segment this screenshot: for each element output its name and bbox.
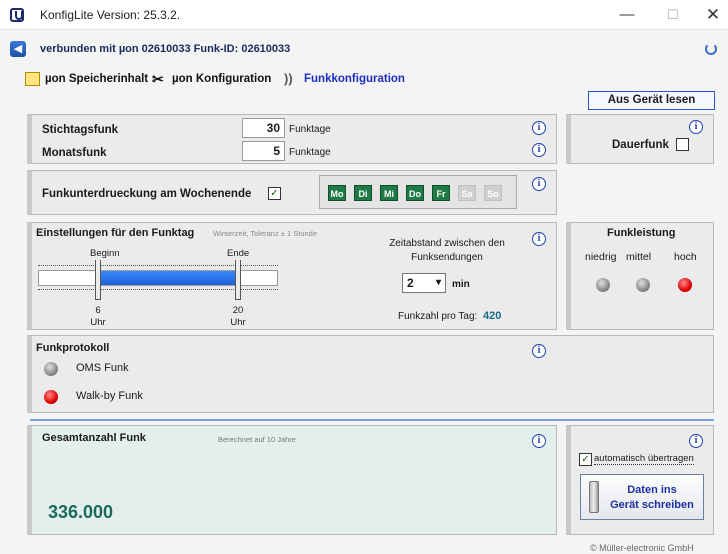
dauerfunk-label: Dauerfunk xyxy=(612,139,669,151)
day-so[interactable]: So xyxy=(484,185,502,201)
slider-range-fill xyxy=(101,271,238,285)
section-divider xyxy=(30,419,714,421)
funkprotokoll-title: Funkprotokoll xyxy=(36,342,110,354)
tools-icon: ✂ xyxy=(152,71,164,87)
tab-funkkonfiguration-label: Funkkonfiguration xyxy=(304,73,405,85)
begin-label: Beginn xyxy=(90,248,120,259)
day-do[interactable]: Do xyxy=(406,185,424,201)
title-bar: KonfigLite Version: 25.3.2. — ☐ ✕ xyxy=(0,0,728,30)
tab-konfiguration[interactable]: ✂ µon Konfiguration xyxy=(152,70,271,88)
level-niedrig-label: niedrig xyxy=(585,251,617,263)
level-mittel-label: mittel xyxy=(626,251,652,263)
dauerfunk-panel: i Dauerfunk xyxy=(566,114,714,164)
day-di[interactable]: Di xyxy=(354,185,372,201)
write-to-device-button[interactable]: Daten ins Gerät schreiben xyxy=(580,474,704,520)
monat-input[interactable]: 5 xyxy=(242,141,285,161)
write-panel: i ✓ automatisch übertragen Daten ins Ger… xyxy=(566,425,714,535)
dauerfunk-checkbox[interactable] xyxy=(676,138,689,151)
funktag-title: Einstellungen für den Funktag xyxy=(36,227,195,239)
info-icon[interactable]: i xyxy=(532,434,546,448)
back-button[interactable]: ◀ xyxy=(10,41,26,57)
monat-label: Monatsfunk xyxy=(42,147,107,159)
info-icon[interactable]: i xyxy=(532,121,546,135)
level-hoch-label: hoch xyxy=(674,251,697,263)
slider-ticks-bottom xyxy=(38,289,278,293)
day-fr[interactable]: Fr xyxy=(432,185,450,201)
level-hoch-led[interactable] xyxy=(678,278,692,292)
wochenende-checkbox[interactable]: ✓ xyxy=(268,187,281,200)
day-mi[interactable]: Mi xyxy=(380,185,398,201)
end-value: 20 xyxy=(232,305,244,316)
funktag-note: Winterzeit, Toleranz ± 1 Stunde xyxy=(213,229,318,238)
info-icon[interactable]: i xyxy=(532,143,546,157)
folder-icon xyxy=(25,72,40,86)
funkprotokoll-panel: Funkprotokoll OMS Funk Walk-by Funk i xyxy=(27,335,714,413)
gesamtanzahl-value: 336.000 xyxy=(48,502,114,522)
count-label: Funkzahl pro Tag: xyxy=(398,311,478,322)
interval-title: Zeitabstand zwischen den Funksendungen xyxy=(389,238,505,263)
window-title: KonfigLite Version: 25.3.2. xyxy=(40,8,181,22)
auto-transfer-checkbox[interactable]: ✓ xyxy=(579,453,592,466)
maximize-button[interactable]: ☐ xyxy=(658,6,688,24)
slider-end-thumb[interactable] xyxy=(235,260,241,300)
gesamtanzahl-note: Berechnet auf 10 Jahre xyxy=(218,435,296,444)
loading-spinner-icon xyxy=(705,43,717,55)
day-sa[interactable]: Sa xyxy=(458,185,476,201)
app-logo-icon xyxy=(10,8,24,22)
funktage-panel: Stichtagsfunk 30 Funktage Monatsfunk 5 F… xyxy=(27,114,557,164)
write-button-line2: Gerät schreiben xyxy=(610,499,694,511)
count-value: 420 xyxy=(483,310,502,322)
read-from-device-button[interactable]: Aus Gerät lesen xyxy=(588,91,715,110)
auto-transfer-label: automatisch übertragen xyxy=(594,453,694,465)
walkby-funk-led[interactable] xyxy=(44,390,58,404)
weekday-group: Mo Di Mi Do Fr Sa So xyxy=(319,175,517,209)
info-icon[interactable]: i xyxy=(689,434,703,448)
oms-funk-label: OMS Funk xyxy=(76,362,129,374)
interval-select-value: 2 xyxy=(407,276,414,290)
info-icon[interactable]: i xyxy=(532,232,546,246)
tab-funkkonfiguration[interactable]: )) Funkkonfiguration xyxy=(284,70,405,88)
interval-unit: min xyxy=(452,279,470,290)
level-niedrig-led[interactable] xyxy=(596,278,610,292)
info-icon[interactable]: i xyxy=(532,177,546,191)
info-icon[interactable]: i xyxy=(532,344,546,358)
close-button[interactable]: ✕ xyxy=(698,6,728,24)
copyright-footer: © Müller-electronic GmbH xyxy=(590,543,694,553)
tab-konfiguration-label: µon Konfiguration xyxy=(172,73,272,85)
end-unit: Uhr xyxy=(230,317,246,328)
radio-waves-icon: )) xyxy=(284,71,293,86)
device-icon xyxy=(589,481,599,513)
level-mittel-led[interactable] xyxy=(636,278,650,292)
gesamtanzahl-title: Gesamtanzahl Funk xyxy=(42,432,146,444)
monat-unit: Funktage xyxy=(289,147,331,158)
begin-value: 6 xyxy=(95,305,101,316)
walkby-funk-label: Walk-by Funk xyxy=(76,390,143,402)
minimize-button[interactable]: — xyxy=(612,6,642,24)
wochenende-panel: Funkunterdrueckung am Wochenende ✓ Mo Di… xyxy=(27,170,557,215)
end-label: Ende xyxy=(227,248,250,259)
slider-start-thumb[interactable] xyxy=(95,260,101,300)
time-range-slider[interactable] xyxy=(38,260,278,304)
write-button-line1: Daten ins xyxy=(627,484,677,496)
funktag-panel: Einstellungen für den Funktag Winterzeit… xyxy=(27,222,557,330)
interval-select[interactable]: 2 xyxy=(402,273,446,293)
day-mo[interactable]: Mo xyxy=(328,185,346,201)
stichtag-input[interactable]: 30 xyxy=(242,118,285,138)
funkleistung-panel: Funkleistung niedrig mittel hoch xyxy=(566,222,714,330)
info-icon[interactable]: i xyxy=(689,120,703,134)
tab-speicherinhalt-label: µon Speicherinhalt xyxy=(45,73,149,85)
wochenende-label: Funkunterdrueckung am Wochenende xyxy=(42,188,252,200)
funkleistung-title: Funkleistung xyxy=(607,227,676,239)
oms-funk-led[interactable] xyxy=(44,362,58,376)
stichtag-unit: Funktage xyxy=(289,124,331,135)
gesamtanzahl-panel: Gesamtanzahl Funk Berechnet auf 10 Jahre… xyxy=(27,425,557,535)
connection-status: verbunden mit µon 02610033 Funk-ID: 0261… xyxy=(40,43,291,55)
begin-unit: Uhr xyxy=(90,317,106,328)
slider-ticks-top xyxy=(38,265,278,269)
stichtag-label: Stichtagsfunk xyxy=(42,124,119,136)
tab-speicherinhalt[interactable]: µon Speicherinhalt xyxy=(25,70,148,88)
